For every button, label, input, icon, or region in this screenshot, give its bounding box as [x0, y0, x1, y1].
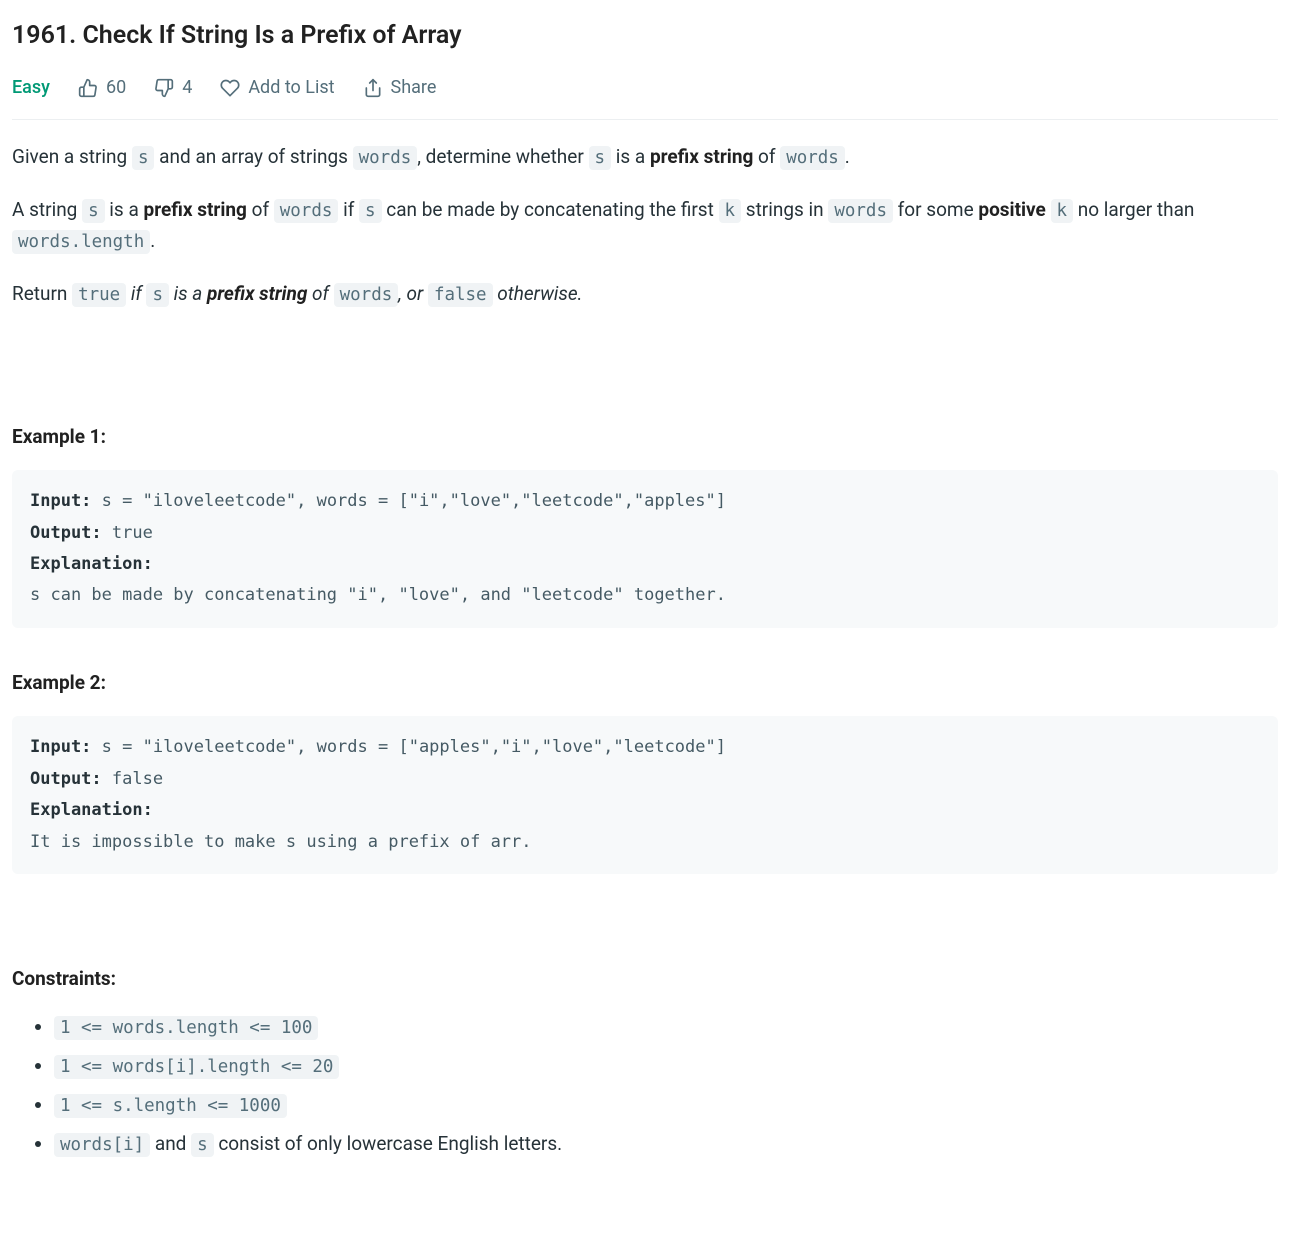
meta-row: Easy 60 4 Add to List Share: [12, 74, 1278, 120]
inline-code: 1 <= words.length <= 100: [54, 1016, 318, 1040]
inline-code: s: [82, 199, 105, 223]
inline-code: 1 <= words[i].length <= 20: [54, 1055, 339, 1079]
constraint-item: 1 <= s.length <= 1000: [54, 1090, 1278, 1121]
inline-code: s: [589, 146, 612, 170]
inline-code: s: [132, 146, 155, 170]
thumbs-up-icon: [78, 78, 98, 98]
add-to-list-button[interactable]: Add to List: [220, 74, 334, 103]
constraints-heading: Constraints:: [12, 964, 1278, 994]
share-label: Share: [391, 74, 437, 103]
description-paragraph-1: Given a string s and an array of strings…: [12, 142, 1278, 173]
add-to-list-label: Add to List: [248, 74, 334, 103]
inline-code: s: [359, 199, 382, 223]
inline-code: words: [780, 146, 845, 170]
description-paragraph-2: A string s is a prefix string of words i…: [12, 195, 1278, 257]
example-1-heading: Example 1:: [12, 422, 1278, 452]
constraint-item: words[i] and s consist of only lowercase…: [54, 1129, 1278, 1160]
inline-code: true: [72, 283, 126, 307]
thumbs-down-icon: [154, 78, 174, 98]
inline-code: s: [146, 283, 169, 307]
difficulty-label: Easy: [12, 74, 50, 103]
share-button[interactable]: Share: [363, 74, 437, 103]
example-1-block: Input: s = "iloveleetcode", words = ["i"…: [12, 470, 1278, 628]
constraints-list: 1 <= words.length <= 100 1 <= words[i].l…: [12, 1012, 1278, 1160]
inline-code: s: [191, 1133, 214, 1157]
example-2-heading: Example 2:: [12, 668, 1278, 698]
inline-code: false: [428, 283, 493, 307]
likes-count: 60: [106, 74, 126, 103]
inline-code: words: [274, 199, 339, 223]
inline-code: words[i]: [54, 1133, 150, 1157]
share-icon: [363, 78, 383, 98]
inline-code: words: [334, 283, 399, 307]
like-button[interactable]: 60: [78, 74, 126, 103]
inline-code: words.length: [12, 230, 150, 254]
dislikes-count: 4: [182, 74, 192, 103]
dislike-button[interactable]: 4: [154, 74, 192, 103]
inline-code: 1 <= s.length <= 1000: [54, 1094, 287, 1118]
example-2-block: Input: s = "iloveleetcode", words = ["ap…: [12, 716, 1278, 874]
inline-code: words: [828, 199, 893, 223]
constraint-item: 1 <= words.length <= 100: [54, 1012, 1278, 1043]
description-paragraph-3: Return true if s is a prefix string of w…: [12, 279, 1278, 310]
inline-code: k: [719, 199, 742, 223]
inline-code: k: [1051, 199, 1074, 223]
constraint-item: 1 <= words[i].length <= 20: [54, 1051, 1278, 1082]
heart-icon: [220, 78, 240, 98]
inline-code: words: [353, 146, 418, 170]
problem-title: 1961. Check If String Is a Prefix of Arr…: [12, 16, 1278, 56]
